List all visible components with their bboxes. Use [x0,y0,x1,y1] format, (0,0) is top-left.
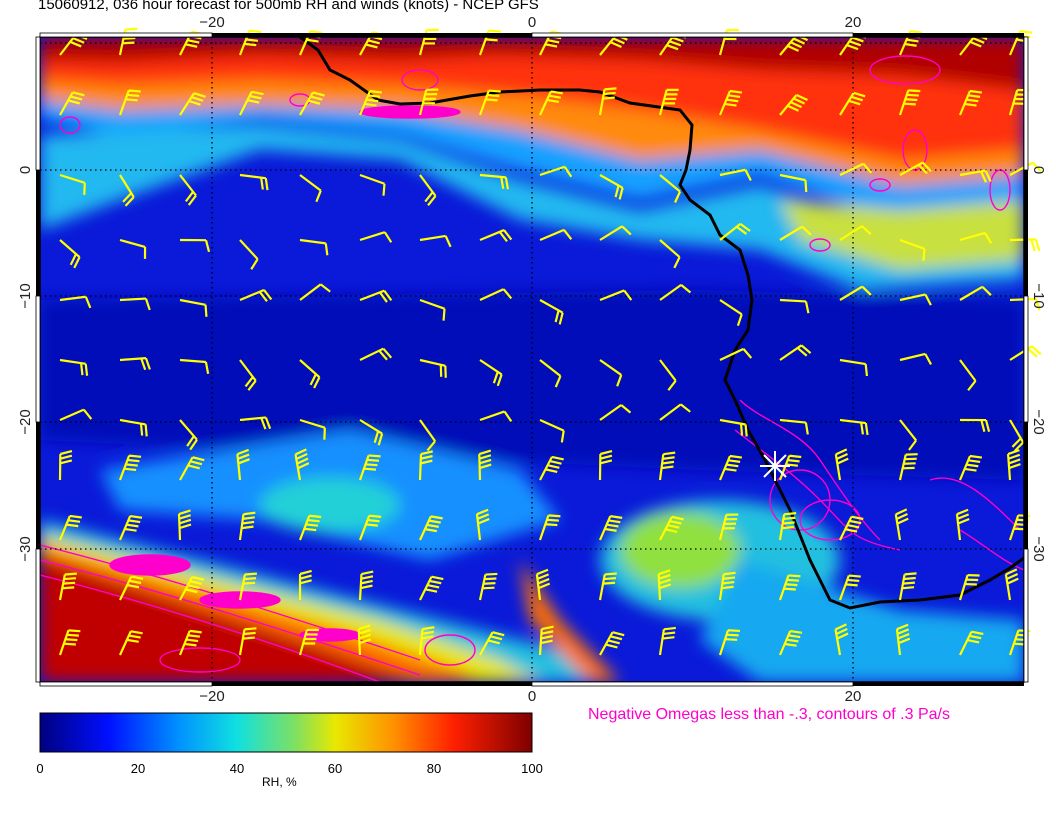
x-tick-bottom: 0 [528,688,536,705]
y-tick-right: 0 [1030,166,1047,174]
colorbar-tick: 100 [521,761,543,776]
y-tick-left: −20 [17,409,34,434]
x-tick-bottom: −20 [199,688,224,705]
x-tick-top: 0 [528,14,536,31]
y-tick-left: 0 [17,166,34,174]
y-tick-left: −30 [17,536,34,561]
star-marker-icon [760,451,790,481]
omega-legend-note: Negative Omegas less than -.3, contours … [588,706,950,723]
colorbar-tick: 20 [130,761,146,776]
x-tick-top: 20 [845,14,862,31]
x-tick-bottom: 20 [845,688,862,705]
y-tick-left: −10 [17,283,34,308]
colorbar-tick: 80 [426,761,442,776]
y-tick-right: −20 [1030,409,1047,434]
colorbar-tick: 0 [36,761,44,776]
colorbar-title: RH, % [262,775,297,789]
y-tick-right: −30 [1030,536,1047,561]
y-tick-right: −10 [1030,283,1047,308]
rh-wind-map: −20 0 20 −20 0 20 0 −10 −20 −30 0 −10 −2… [17,14,1047,753]
colorbar-tick: 40 [229,761,245,776]
colorbar-tick: 60 [327,761,343,776]
x-tick-top: −20 [199,14,224,31]
colorbar [39,712,533,753]
